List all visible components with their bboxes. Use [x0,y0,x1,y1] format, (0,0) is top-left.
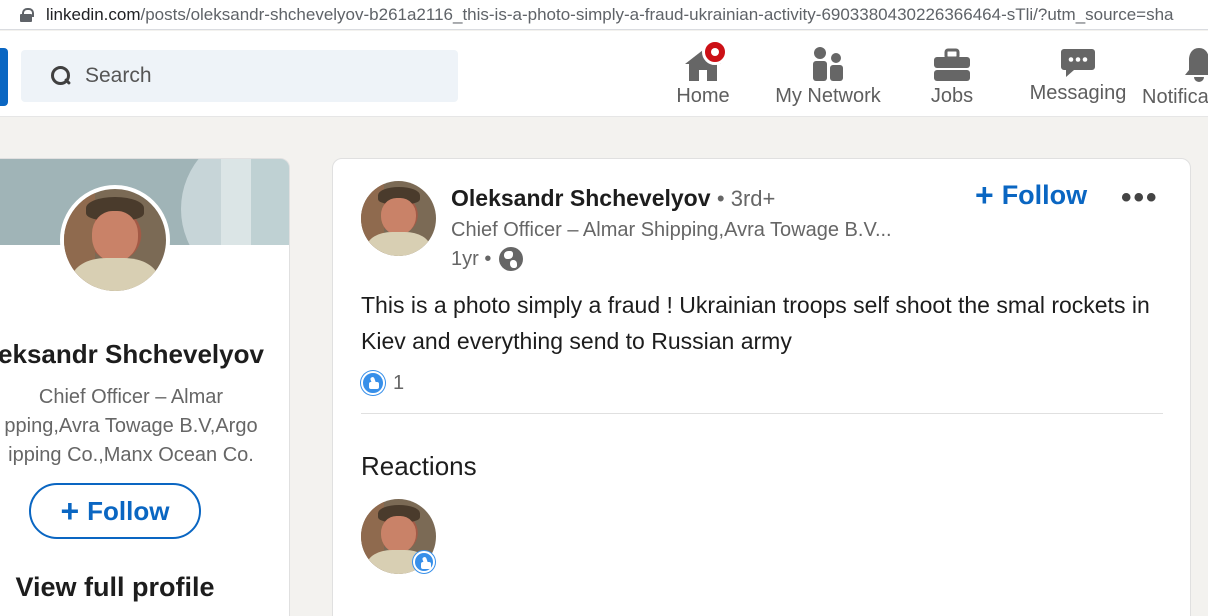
lock-icon [20,7,34,22]
plus-icon: + [975,177,994,213]
like-icon [413,551,435,573]
post-time: 1yr • [451,247,492,270]
profile-headline-line: pping,Avra Towage B.V,Argo [4,415,258,437]
post-follow-button[interactable]: + Follow [975,179,1087,211]
post-text: This is a photo simply a fraud ! Ukraini… [361,292,1150,354]
briefcase-icon [934,48,970,81]
nav-item-home[interactable]: Home [664,39,742,117]
browser-url-bar[interactable]: linkedin.com/posts/oleksandr-shchevelyov… [0,0,1208,30]
bell-icon [1185,48,1208,82]
notification-badge [702,39,728,65]
network-icon [813,47,843,81]
globe-icon [499,247,524,271]
profile-name[interactable]: eksandr Shchevelyov [0,339,281,370]
author-name: Oleksandr Shchevelyov [451,185,711,211]
search-box[interactable] [21,50,458,102]
plus-icon: + [60,493,80,529]
more-options-button[interactable]: ••• [1121,181,1159,215]
profile-headline: Chief Officer – Almar pping,Avra Towage … [0,383,281,470]
connection-degree: • 3rd+ [716,186,776,211]
author-avatar[interactable] [361,181,436,256]
follow-label: Follow [87,495,170,526]
search-input[interactable] [85,64,425,88]
messaging-icon [1061,49,1095,77]
nav-label-messaging: Messaging [1029,82,1127,104]
nav-label-jobs: Jobs [930,85,974,107]
nav-item-my-network[interactable]: My Network [768,41,888,117]
post-meta: 1yr • [451,247,524,271]
profile-headline-line: Chief Officer – Almar [38,386,224,408]
divider [361,413,1163,414]
search-icon [49,65,71,87]
profile-headline-line: ipping Co.,Manx Ocean Co. [8,444,254,466]
nav-label-home: Home [676,85,730,107]
post-card: Oleksandr Shchevelyov • 3rd+ Chief Offic… [332,158,1191,616]
profile-avatar[interactable] [60,185,170,295]
view-full-profile-link[interactable]: View full profile [0,572,249,603]
url-path: /posts/oleksandr-shchevelyov-b261a2116_t… [140,4,1174,24]
author-headline: Chief Officer – Almar Shipping,Avra Towa… [451,219,892,241]
top-navigation: Home My Network Jobs Messaging Notifica [0,31,1208,117]
nav-item-messaging[interactable]: Messaging [1026,41,1130,117]
linkedin-logo-icon[interactable] [0,48,8,106]
url-domain: linkedin.com [46,4,141,24]
profile-card: eksandr Shchevelyov Chief Officer – Alma… [0,158,290,616]
profile-follow-button[interactable]: + Follow [29,483,201,539]
reactions-heading: Reactions [361,451,477,481]
nav-item-jobs[interactable]: Jobs [921,41,983,117]
nav-label-my-network: My Network [775,85,881,107]
follow-label: Follow [1001,179,1088,210]
post-author[interactable]: Oleksandr Shchevelyov • 3rd+ [451,185,775,212]
like-count: 1 [393,371,405,394]
reaction-count[interactable]: 1 [361,371,404,395]
like-icon [361,371,385,395]
url-text[interactable]: linkedin.com/posts/oleksandr-shchevelyov… [46,5,1174,25]
nav-label-notifications: Notifica [1142,86,1208,108]
reactor-avatar[interactable] [361,499,436,574]
nav-item-notifications[interactable]: Notifica [1142,41,1208,117]
